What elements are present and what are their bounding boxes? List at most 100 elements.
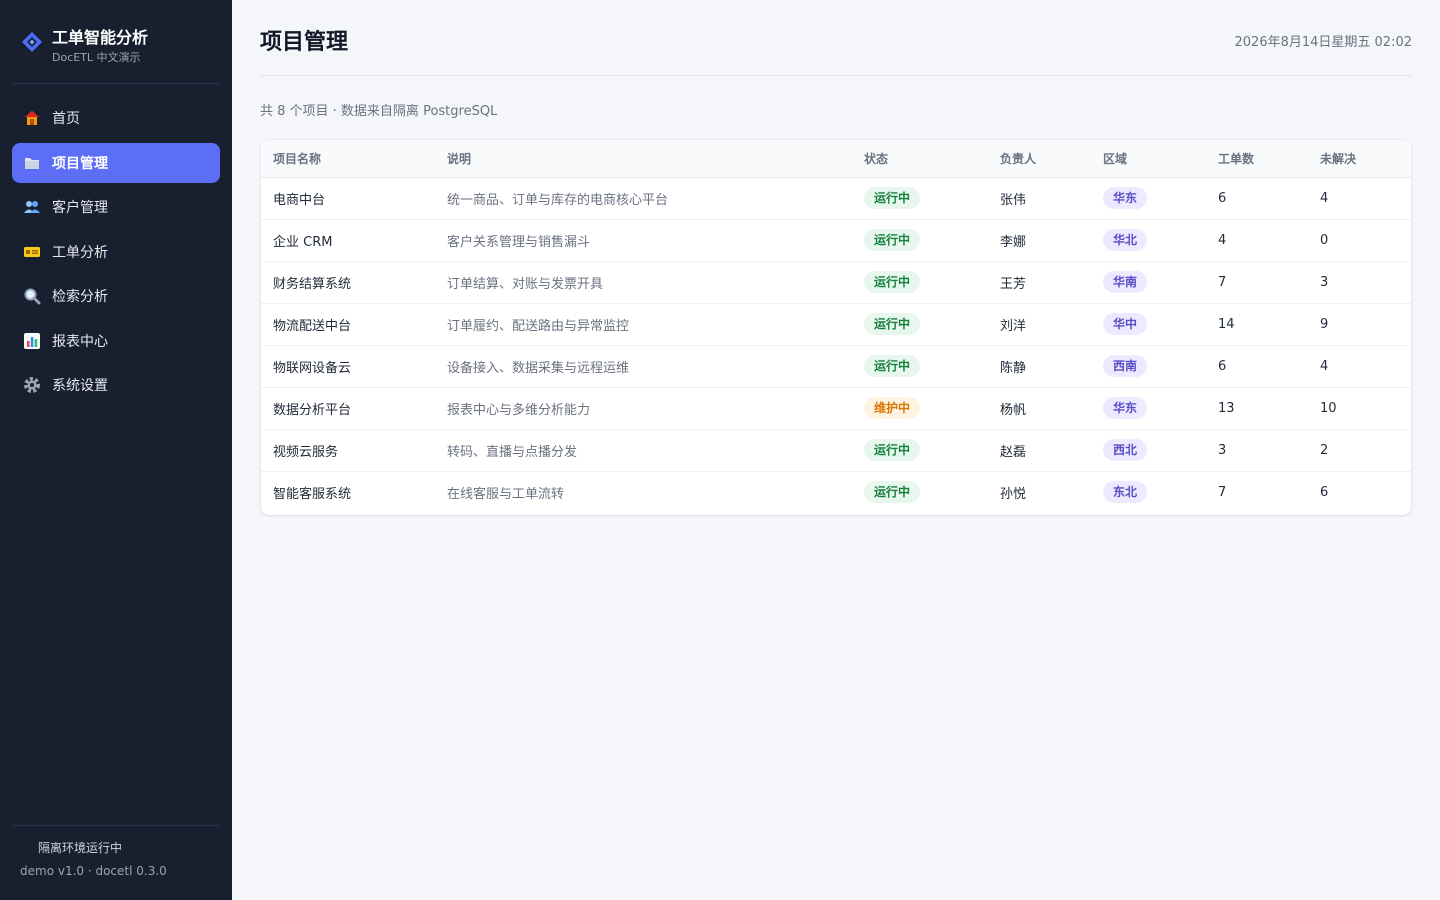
- status-badge: 运行中: [864, 313, 921, 335]
- gear-icon: [22, 375, 42, 395]
- project-name: 智能客服系统: [273, 486, 352, 502]
- ticket-count: 13: [1218, 400, 1235, 416]
- nav-item-search-analysis[interactable]: 检索分析: [12, 276, 220, 316]
- project-description: 设备接入、数据采集与远程运维: [447, 360, 630, 376]
- project-owner: 赵磊: [1000, 444, 1027, 460]
- current-datetime: 2026年8月14日星期五 02:02: [1234, 35, 1413, 50]
- unresolved-count: 10: [1320, 400, 1337, 416]
- region-badge: 西北: [1103, 439, 1148, 461]
- status-badge: 维护中: [864, 397, 921, 419]
- projects-table: 项目名称 说明 状态 负责人 区域 工单数 未解决 电商中台 统一商品、订单与库…: [261, 140, 1411, 513]
- status-badge: 运行中: [864, 187, 921, 209]
- column-header-region[interactable]: 区域: [1091, 140, 1206, 178]
- nav-item-label: 报表中心: [52, 333, 108, 350]
- project-summary: 共 8 个项目 · 数据来自隔离 PostgreSQL: [260, 104, 498, 119]
- env-status-label: 隔离环境运行中: [38, 840, 123, 855]
- region-badge: 华北: [1103, 229, 1148, 251]
- ticket-count: 14: [1218, 316, 1235, 332]
- project-description: 转码、直播与点播分发: [447, 444, 578, 460]
- table-row[interactable]: 企业 CRM 客户关系管理与销售漏斗 运行中 李娜 华北 4 0: [261, 219, 1411, 261]
- unresolved-count: 2: [1320, 442, 1329, 458]
- nav-item-label: 工单分析: [52, 244, 108, 261]
- column-header-tickets[interactable]: 工单数: [1206, 140, 1308, 178]
- folder-icon: [22, 153, 42, 173]
- brand[interactable]: 工单智能分析 DocETL 中文演示: [20, 22, 220, 66]
- nav-item-label: 客户管理: [52, 200, 108, 216]
- table-row[interactable]: 财务结算系统 订单结算、对账与发票开具 运行中 王芳 华南 7 3: [261, 261, 1411, 303]
- project-description: 在线客服与工单流转: [447, 486, 565, 502]
- unresolved-count: 6: [1320, 484, 1329, 500]
- project-owner: 李娜: [1000, 234, 1027, 250]
- project-name: 视频云服务: [273, 444, 339, 460]
- ticket-count: 6: [1218, 358, 1227, 374]
- nav-item-settings[interactable]: 系统设置: [12, 365, 220, 405]
- status-dot-icon: [20, 843, 28, 851]
- nav-item-customers[interactable]: 客户管理: [12, 187, 220, 227]
- main-content: 项目管理 2026年8月14日星期五 02:02 共 8 个项目 · 数据来自隔…: [232, 0, 1440, 900]
- project-owner: 王芳: [1000, 276, 1027, 292]
- project-description: 统一商品、订单与库存的电商核心平台: [447, 192, 669, 208]
- region-badge: 东北: [1103, 481, 1148, 504]
- sidebar-nav: 首页 项目管理 客户管理 工单分析 检索分析 报表中心 系统设置: [12, 98, 220, 410]
- unresolved-count: 4: [1320, 358, 1329, 374]
- unresolved-count: 3: [1320, 274, 1329, 290]
- footer-divider: [12, 825, 220, 826]
- version-info: demo v1.0 · docetl 0.3.0: [20, 864, 167, 878]
- project-owner: 张伟: [1000, 192, 1027, 208]
- project-owner: 刘洋: [1000, 318, 1027, 334]
- unresolved-count: 9: [1320, 316, 1329, 332]
- table-row[interactable]: 物流配送中台 订单履约、配送路由与异常监控 运行中 刘洋 华中 14 9: [261, 303, 1411, 345]
- sidebar: 工单智能分析 DocETL 中文演示 首页 项目管理 客户管理 工单分析 检索分…: [0, 0, 232, 900]
- table-row[interactable]: 电商中台 统一商品、订单与库存的电商核心平台 运行中 张伟 华东 6 4: [261, 177, 1411, 219]
- chart-icon: [22, 331, 42, 351]
- nav-item-label: 系统设置: [52, 378, 108, 394]
- app-subtitle: DocETL 中文演示: [52, 51, 141, 64]
- nav-item-projects[interactable]: 项目管理: [12, 142, 220, 183]
- column-header-status[interactable]: 状态: [852, 140, 988, 178]
- region-badge: 华东: [1103, 187, 1148, 209]
- header-divider: [260, 75, 1412, 76]
- table-header-row: 项目名称 说明 状态 负责人 区域 工单数 未解决: [261, 140, 1411, 178]
- column-header-description[interactable]: 说明: [435, 140, 852, 178]
- project-name: 企业 CRM: [273, 234, 333, 250]
- status-badge: 运行中: [864, 355, 921, 377]
- project-name: 数据分析平台: [273, 402, 352, 418]
- project-owner: 杨帆: [1000, 402, 1027, 418]
- nav-item-label: 项目管理: [52, 155, 108, 172]
- projects-table-card: 项目名称 说明 状态 负责人 区域 工单数 未解决 电商中台 统一商品、订单与库…: [261, 140, 1411, 515]
- table-row[interactable]: 智能客服系统 在线客服与工单流转 运行中 孙悦 东北 7 6: [261, 471, 1411, 513]
- table-row[interactable]: 物联网设备云 设备接入、数据采集与远程运维 运行中 陈静 西南 6 4: [261, 345, 1411, 387]
- ticket-count: 4: [1218, 232, 1227, 248]
- diamond-logo-icon: [20, 30, 44, 54]
- project-name: 财务结算系统: [273, 276, 352, 292]
- ticket-count: 7: [1218, 274, 1227, 290]
- ticket-count: 7: [1218, 484, 1227, 500]
- project-description: 客户关系管理与销售漏斗: [447, 234, 591, 250]
- env-status: 隔离环境运行中: [20, 839, 122, 855]
- nav-item-label: 检索分析: [52, 289, 108, 305]
- ticket-count: 3: [1218, 442, 1227, 458]
- unresolved-count: 0: [1320, 232, 1329, 248]
- app-title: 工单智能分析: [52, 28, 149, 47]
- status-badge: 运行中: [864, 481, 921, 504]
- nav-item-ticket-analysis[interactable]: 工单分析: [12, 232, 220, 272]
- nav-item-home[interactable]: 首页: [12, 98, 220, 138]
- sidebar-divider: [12, 83, 220, 84]
- column-header-unresolved[interactable]: 未解决: [1308, 140, 1411, 178]
- column-header-name[interactable]: 项目名称: [261, 140, 435, 178]
- page-title: 项目管理: [260, 30, 349, 55]
- status-badge: 运行中: [864, 439, 921, 461]
- status-badge: 运行中: [864, 229, 921, 251]
- table-row[interactable]: 数据分析平台 报表中心与多维分析能力 维护中 杨帆 华东 13 10: [261, 387, 1411, 429]
- nav-item-reports[interactable]: 报表中心: [12, 321, 220, 361]
- unresolved-count: 4: [1320, 190, 1329, 206]
- project-owner: 孙悦: [1000, 486, 1027, 502]
- search-icon: [22, 286, 42, 306]
- home-icon: [22, 108, 42, 128]
- users-icon: [22, 197, 42, 217]
- project-owner: 陈静: [1000, 360, 1027, 376]
- project-name: 物流配送中台: [273, 318, 352, 334]
- region-badge: 华南: [1103, 271, 1148, 293]
- table-row[interactable]: 视频云服务 转码、直播与点播分发 运行中 赵磊 西北 3 2: [261, 429, 1411, 471]
- column-header-owner[interactable]: 负责人: [988, 140, 1091, 178]
